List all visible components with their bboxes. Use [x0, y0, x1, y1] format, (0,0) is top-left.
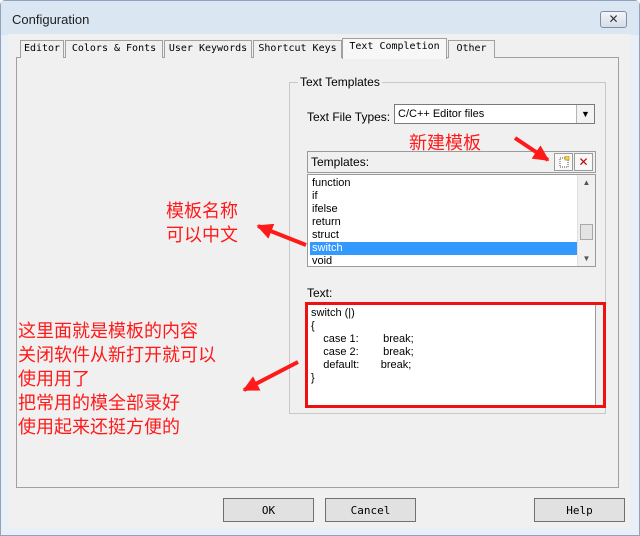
new-template-button[interactable]	[554, 153, 573, 171]
tab-text-completion[interactable]: Text Completion	[342, 38, 447, 59]
window-title: Configuration	[12, 12, 90, 27]
annotation-line: 这里面就是模板的内容	[18, 321, 198, 342]
tab-shortcut-keys[interactable]: Shortcut Keys	[253, 40, 342, 58]
text-templates-legend: Text Templates	[298, 75, 382, 89]
code-line: default: break;	[311, 359, 412, 371]
close-button[interactable]: ✕	[600, 11, 627, 28]
text-file-types-label: Text File Types:	[307, 110, 391, 124]
annotation-line: 可以中文	[166, 225, 238, 246]
tab-other[interactable]: Other	[448, 40, 495, 58]
code-line: switch (|)	[311, 307, 355, 319]
template-item-if[interactable]: if	[310, 190, 577, 203]
annotation-line: 关闭软件从新打开就可以	[18, 345, 216, 366]
templates-list[interactable]: function if ifelse return struct switch …	[307, 174, 596, 267]
code-line: }	[311, 372, 315, 384]
ok-button[interactable]: OK	[223, 498, 314, 522]
annotation-line: 使用起来还挺方便的	[18, 417, 180, 438]
template-item-switch[interactable]: switch	[310, 242, 577, 255]
text-file-types-select[interactable]: C/C++ Editor files ▼	[394, 104, 595, 124]
tab-colors-fonts[interactable]: Colors & Fonts	[65, 40, 163, 58]
code-line: {	[311, 320, 315, 332]
annotation-line: 模板名称	[166, 201, 238, 222]
template-item-struct[interactable]: struct	[310, 229, 577, 242]
text-file-types-value: C/C++ Editor files	[398, 108, 485, 120]
text-label: Text:	[307, 286, 333, 300]
annotation-content: 这里面就是模板的内容 关闭软件从新打开就可以 使用用了 把常用的模全部录好 使用…	[18, 320, 216, 440]
templates-label: Templates:	[311, 155, 370, 169]
template-code: switch (|) { case 1: break; case 2: brea…	[311, 307, 414, 385]
tab-user-keywords[interactable]: User Keywords	[164, 40, 252, 58]
scroll-up-icon[interactable]: ▲	[578, 175, 595, 190]
annotation-new-template: 新建模板	[409, 133, 481, 154]
help-button[interactable]: Help	[534, 498, 625, 522]
delete-icon: ✕	[578, 155, 589, 169]
template-item-ifelse[interactable]: ifelse	[310, 203, 577, 216]
annotation-line: 把常用的模全部录好	[18, 393, 180, 414]
dropdown-arrow-icon[interactable]: ▼	[576, 105, 594, 123]
code-line: case 1: break;	[311, 333, 414, 345]
template-item-function[interactable]: function	[310, 177, 577, 190]
cancel-button[interactable]: Cancel	[325, 498, 416, 522]
new-document-icon	[559, 155, 569, 168]
tab-editor[interactable]: Editor	[20, 40, 64, 58]
template-item-void[interactable]: void	[310, 255, 577, 266]
template-text-editor[interactable]: switch (|) { case 1: break; case 2: brea…	[307, 304, 596, 407]
templates-scrollbar[interactable]: ▲ ▼	[577, 175, 595, 266]
title-bar: Configuration ✕	[1, 1, 639, 35]
annotation-line: 使用用了	[18, 369, 90, 390]
close-icon: ✕	[608, 12, 619, 26]
scroll-down-icon[interactable]: ▼	[578, 251, 595, 266]
annotation-template-name: 模板名称 可以中文	[166, 200, 238, 248]
delete-template-button[interactable]: ✕	[574, 153, 593, 171]
scroll-thumb[interactable]	[580, 224, 593, 240]
template-item-return[interactable]: return	[310, 216, 577, 229]
code-line: case 2: break;	[311, 346, 414, 358]
